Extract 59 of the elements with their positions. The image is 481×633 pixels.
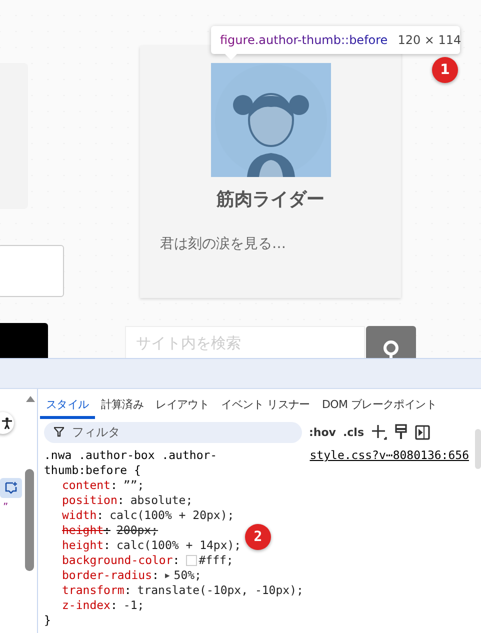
closing-brace: } (44, 613, 51, 627)
number-badge: 2 (245, 524, 271, 550)
tab[interactable]: 計算済み (94, 389, 150, 419)
css-property: transform (62, 583, 124, 598)
css-property: width (62, 508, 97, 523)
css-property: height (62, 538, 104, 553)
tab[interactable]: DOM ブレークポイント (316, 389, 442, 419)
css-value: absolute; (130, 493, 193, 508)
author-name: 筋肉ライダー (216, 188, 326, 211)
colon: : (172, 553, 180, 568)
css-value: calc(100% + 20px); (110, 508, 234, 523)
css-property: content (62, 478, 110, 493)
css-value: 200px; (116, 523, 158, 538)
scrollbar[interactable] (475, 429, 481, 469)
ai-chat-icon[interactable] (0, 478, 22, 498)
plus-icon[interactable] (371, 424, 387, 440)
expand-toggle[interactable]: ▶ (164, 568, 170, 583)
input-field[interactable] (0, 245, 64, 297)
number-badge: 1 (432, 57, 458, 83)
banner-block (0, 323, 48, 358)
css-value: ””; (123, 478, 144, 493)
search-button[interactable] (366, 326, 416, 358)
class-toggle[interactable]: .cls (342, 426, 364, 438)
css-selector: .nwa .author-box .author-thumb:before { (44, 448, 218, 478)
source-link[interactable]: style.css?v⋯8080136:656 (310, 448, 469, 478)
filter-field[interactable]: フィルタ (44, 422, 302, 442)
colon: : (104, 523, 110, 538)
colon: : (104, 538, 110, 553)
quote-mark: ” (3, 502, 8, 513)
tab[interactable]: スタイル (40, 389, 95, 419)
css-property: position (62, 493, 118, 508)
css-value: -1; (123, 598, 144, 613)
scroll-up-icon[interactable] (26, 396, 35, 402)
colon: : (124, 583, 132, 598)
color-swatch[interactable] (186, 555, 197, 566)
css-property: z-index (62, 598, 110, 613)
author-description: 君は刻の涙を見る… (160, 235, 286, 253)
css-property: border-radius (62, 568, 152, 583)
scrollbar[interactable] (25, 469, 34, 571)
tab[interactable]: レイアウト (150, 389, 216, 419)
css-value: 50%; (174, 568, 202, 583)
css-value: #fff; (198, 553, 234, 568)
selector-label: figure.author-thumb::before (220, 33, 388, 47)
tab[interactable]: イベント リスナー (215, 389, 316, 419)
sidebar-toggle-icon[interactable] (415, 424, 430, 440)
colon: : (96, 508, 104, 523)
colon: : (110, 478, 118, 493)
avatar-icon (211, 63, 331, 177)
colon: : (152, 568, 159, 583)
css-property: background-color (62, 553, 173, 568)
css-value: translate(-10px, -10px); (137, 583, 304, 598)
css-value: calc(100% + 14px); (116, 538, 242, 553)
colon: : (117, 493, 124, 508)
filter-icon (54, 427, 64, 437)
colon: : (110, 598, 118, 613)
css-property: height (62, 523, 104, 538)
size-label: 120 × 114 (398, 33, 462, 47)
hover-toggle[interactable]: :hov (309, 426, 336, 438)
paint-brush-icon[interactable] (394, 424, 408, 440)
